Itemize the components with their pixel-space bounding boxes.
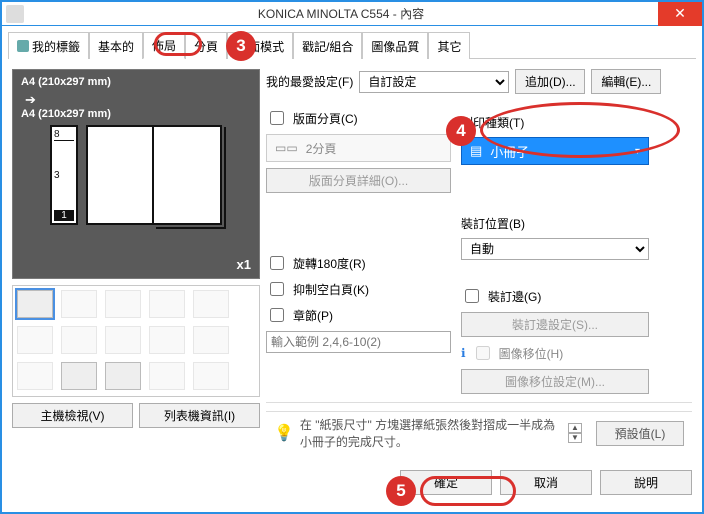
- thumb-item[interactable]: [105, 362, 141, 390]
- thumb-item[interactable]: [105, 290, 141, 318]
- printer-info-button[interactable]: 列表機資訊(I): [139, 403, 260, 428]
- ok-button[interactable]: 確定: [400, 470, 492, 495]
- thumb-item[interactable]: [149, 326, 185, 354]
- favorites-label: 我的最愛設定(F): [266, 73, 353, 90]
- tab-basic[interactable]: 基本的: [89, 32, 143, 59]
- image-shift-checkbox[interactable]: ℹ 圖像移位(H): [461, 343, 649, 363]
- tab-row: 我的標籤 基本的 佈局 分頁 封面模式 戳記/組合 圖像品質 其它: [2, 26, 702, 59]
- page-preview: A4 (210x297 mm) ➔ A4 (210x297 mm) 8 3 1 …: [12, 69, 260, 279]
- thumb-item[interactable]: [193, 326, 229, 354]
- arrow-icon: ➔: [25, 92, 36, 108]
- tab-paging[interactable]: 分頁: [185, 32, 227, 59]
- binding-label: 裝訂位置(B): [461, 215, 649, 232]
- favorites-edit-button[interactable]: 編輯(E)...: [591, 69, 661, 94]
- staple-settings-button[interactable]: 裝訂邊設定(S)...: [461, 312, 649, 337]
- thumb-booklet[interactable]: [17, 290, 53, 318]
- two-up-icon: ▭▭: [275, 141, 298, 155]
- favorites-add-button[interactable]: 追加(D)...: [515, 69, 585, 94]
- print-type-select[interactable]: ▤ 小冊子 ▾: [461, 137, 649, 165]
- imposition-chip: ▭▭ 2分頁: [266, 134, 451, 162]
- thumb-item[interactable]: [193, 362, 229, 390]
- thumb-item[interactable]: [193, 290, 229, 318]
- binding-select[interactable]: 自動: [461, 238, 649, 260]
- tab-layout[interactable]: 佈局: [143, 32, 185, 59]
- feature-thumbnails: [12, 285, 260, 397]
- paper-from: A4 (210x297 mm): [21, 76, 111, 88]
- thumb-item[interactable]: [105, 326, 141, 354]
- cancel-button[interactable]: 取消: [500, 470, 592, 495]
- tab-stamp[interactable]: 戳記/組合: [293, 32, 362, 59]
- chapter-checkbox[interactable]: 章節(P): [266, 305, 451, 325]
- close-button[interactable]: ✕: [658, 2, 702, 26]
- help-button[interactable]: 說明: [600, 470, 692, 495]
- info-icon: ℹ: [461, 346, 466, 360]
- thumb-item[interactable]: [61, 290, 97, 318]
- rotate-checkbox[interactable]: 旋轉180度(R): [266, 253, 451, 273]
- suppress-blank-checkbox[interactable]: 抑制空白頁(K): [266, 279, 451, 299]
- app-icon: [6, 5, 24, 23]
- hint-text: 在 "紙張尺寸" 方塊選擇紙張然後對摺成一半成為小冊子的完成尺寸。: [300, 416, 562, 450]
- thumb-item[interactable]: [61, 326, 97, 354]
- tab-my-tag[interactable]: 我的標籤: [8, 32, 89, 59]
- thumb-item[interactable]: [149, 362, 185, 390]
- tag-icon: [17, 40, 29, 52]
- thumb-item[interactable]: [61, 362, 97, 390]
- lightbulb-icon: 💡: [274, 423, 294, 443]
- staple-checkbox[interactable]: 裝訂邊(G): [461, 286, 649, 306]
- spinner-down[interactable]: ▼: [568, 433, 582, 443]
- window-title: KONICA MINOLTA C554 - 內容: [24, 5, 658, 22]
- paper-to: A4 (210x297 mm): [21, 108, 111, 120]
- tab-cover[interactable]: 封面模式: [227, 32, 293, 59]
- thumb-item[interactable]: [17, 362, 53, 390]
- chevron-down-icon: ▾: [635, 146, 640, 157]
- host-view-button[interactable]: 主機檢視(V): [12, 403, 133, 428]
- tab-other[interactable]: 其它: [428, 32, 470, 59]
- favorites-select[interactable]: 自訂設定: [359, 71, 509, 93]
- imposition-checkbox[interactable]: 版面分頁(C): [266, 108, 451, 128]
- booklet-icon: ▤: [470, 143, 482, 159]
- copy-count: x1: [237, 257, 251, 272]
- thumb-item[interactable]: [17, 326, 53, 354]
- spinner-up[interactable]: ▲: [568, 423, 582, 433]
- thumb-item[interactable]: [149, 290, 185, 318]
- tab-quality[interactable]: 圖像品質: [362, 32, 428, 59]
- image-shift-settings-button[interactable]: 圖像移位設定(M)...: [461, 369, 649, 394]
- print-type-label: 列印種類(T): [461, 114, 649, 131]
- hint-spinner[interactable]: ▲ ▼: [568, 423, 582, 443]
- chapter-input[interactable]: [266, 331, 451, 353]
- imposition-detail-button[interactable]: 版面分頁詳細(O)...: [266, 168, 451, 193]
- defaults-button[interactable]: 預設值(L): [596, 421, 684, 446]
